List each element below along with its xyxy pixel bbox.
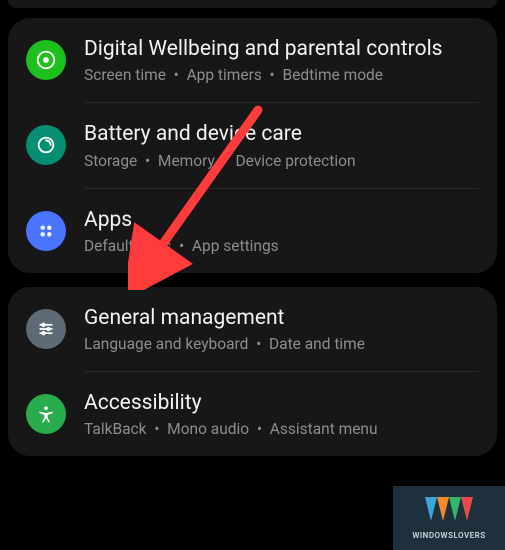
settings-row-digital-wellbeing[interactable]: Digital Wellbeing and parental controls … — [8, 18, 497, 102]
settings-row-text: General management Language and keyboard… — [84, 305, 479, 353]
settings-card-group-2: General management Language and keyboard… — [8, 287, 497, 457]
settings-row-subtitle: Language and keyboard • Date and time — [84, 335, 479, 353]
watermark-logo-icon — [425, 497, 473, 527]
settings-row-subtitle: Storage • Memory • Device protection — [84, 152, 479, 170]
settings-row-text: Battery and device care Storage • Memory… — [84, 121, 479, 169]
accessibility-icon — [26, 394, 66, 434]
battery-care-icon — [26, 125, 66, 165]
settings-row-text: Accessibility TalkBack • Mono audio • As… — [84, 390, 479, 438]
settings-row-subtitle: Default apps • App settings — [84, 237, 479, 255]
previous-card-bottom — [8, 0, 497, 8]
watermark-windowslovers: WINDOWSLOVERS — [393, 486, 505, 550]
settings-row-general-management[interactable]: General management Language and keyboard… — [8, 287, 497, 371]
settings-row-text: Apps Default apps • App settings — [84, 207, 479, 255]
settings-row-subtitle: TalkBack • Mono audio • Assistant menu — [84, 420, 479, 438]
digital-wellbeing-icon — [26, 40, 66, 80]
settings-row-subtitle: Screen time • App timers • Bedtime mode — [84, 66, 479, 84]
settings-card-group-1: Digital Wellbeing and parental controls … — [8, 18, 497, 273]
general-management-icon — [26, 309, 66, 349]
settings-row-title: Battery and device care — [84, 121, 479, 147]
settings-row-title: General management — [84, 305, 479, 331]
apps-icon — [26, 211, 66, 251]
settings-row-text: Digital Wellbeing and parental controls … — [84, 36, 479, 84]
settings-row-apps[interactable]: Apps Default apps • App settings — [8, 189, 497, 273]
settings-row-battery-device-care[interactable]: Battery and device care Storage • Memory… — [8, 103, 497, 187]
settings-row-title: Digital Wellbeing and parental controls — [84, 36, 479, 62]
watermark-text: WINDOWSLOVERS — [412, 531, 485, 540]
settings-row-title: Accessibility — [84, 390, 479, 416]
settings-row-accessibility[interactable]: Accessibility TalkBack • Mono audio • As… — [8, 372, 497, 456]
settings-row-title: Apps — [84, 207, 479, 233]
